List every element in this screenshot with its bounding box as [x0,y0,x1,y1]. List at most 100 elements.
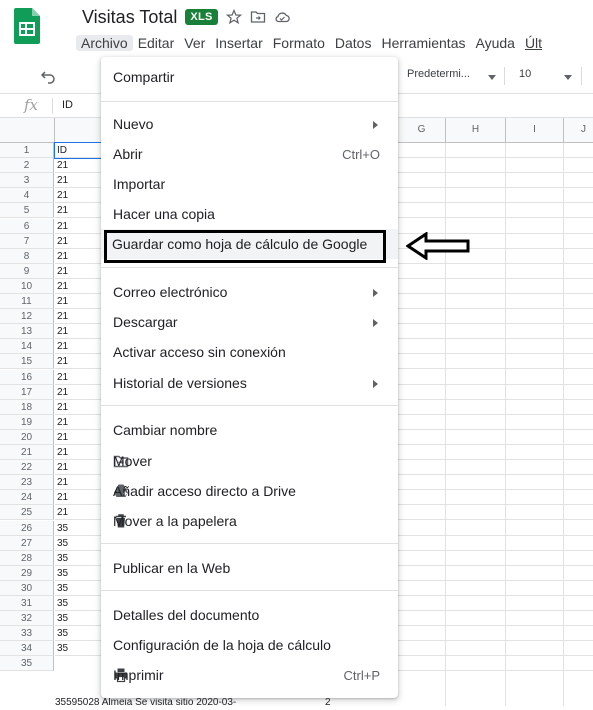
cell-a[interactable]: 35 [55,611,105,626]
cell-a[interactable]: 21 [55,505,105,520]
cell-a[interactable]: 21 [55,445,105,460]
row-number[interactable]: 8 [0,249,54,264]
row-number[interactable]: 10 [0,279,54,294]
cell-a[interactable]: 21 [55,294,105,309]
row-number[interactable]: 18 [0,400,54,415]
row-number[interactable]: 35 [0,656,54,671]
cell-a[interactable]: 21 [55,400,105,415]
row-number[interactable]: 13 [0,324,54,339]
menu-editar[interactable]: Editar [133,35,180,51]
menu-item-cambiar-nombre[interactable]: Cambiar nombre [101,415,398,445]
document-title[interactable]: Visitas Total [82,7,177,28]
star-icon[interactable] [225,9,242,25]
row-number[interactable]: 22 [0,460,54,475]
menu-herramientas[interactable]: Herramientas [376,35,470,51]
cell-a[interactable]: 35 [55,551,105,566]
cell-a[interactable]: 21 [55,264,105,279]
cell-a[interactable]: 21 [55,490,105,505]
cell-a[interactable]: 35 [55,521,105,536]
row-number[interactable]: 33 [0,626,54,641]
move-to-folder-icon[interactable] [250,9,266,25]
cell-a[interactable]: 21 [55,385,105,400]
row-number[interactable]: 5 [0,203,54,218]
menu-item-compartir[interactable]: Compartir [101,62,398,92]
column-header-i[interactable]: I [506,118,564,143]
row-number[interactable]: 9 [0,264,54,279]
row-number[interactable]: 1 [0,143,54,158]
row-number[interactable]: 17 [0,385,54,400]
row-number[interactable]: 7 [0,234,54,249]
cell-a[interactable]: 21 [55,324,105,339]
menu-ayuda[interactable]: Ayuda [470,35,519,51]
cell-a[interactable]: 21 [55,188,105,203]
row-number[interactable]: 21 [0,445,54,460]
menu-item-abrir[interactable]: Abrir Ctrl+O [101,139,398,169]
row-number[interactable]: 14 [0,339,54,354]
menu-item-activar-sin-conexion[interactable]: Activar acceso sin conexión [101,337,398,367]
menu-datos[interactable]: Datos [330,35,377,51]
formula-input[interactable]: ID [62,99,73,111]
row-number[interactable]: 12 [0,309,54,324]
cell-a[interactable]: 21 [55,158,105,173]
menu-item-correo[interactable]: Correo electrónico [101,277,398,307]
font-size-select[interactable]: 10 [519,68,531,80]
select-all-corner[interactable] [0,118,55,143]
font-family-select[interactable]: Predetermi... [407,68,470,80]
column-header-g[interactable]: G [398,118,446,143]
row-number[interactable]: 19 [0,415,54,430]
column-header-j[interactable]: J [564,118,593,143]
menu-item-publicar-web[interactable]: Publicar en la Web [101,553,398,583]
last-edit-link[interactable]: Últ [520,35,547,51]
cell-a[interactable]: 21 [55,249,105,264]
menu-item-detalles-documento[interactable]: Detalles del documento [101,600,398,630]
menu-item-hacer-copia[interactable]: Hacer una copia [101,199,398,229]
column-header-h[interactable]: H [446,118,506,143]
row-number[interactable]: 31 [0,596,54,611]
menu-item-importar[interactable]: Importar [101,169,398,199]
cell-a[interactable]: 35 [55,641,105,656]
row-number[interactable]: 28 [0,551,54,566]
menu-insertar[interactable]: Insertar [210,35,267,51]
menu-item-nuevo[interactable]: Nuevo [101,109,398,139]
menu-item-historial-versiones[interactable]: Historial de versiones [101,368,398,398]
undo-icon[interactable] [40,68,56,84]
menu-ver[interactable]: Ver [179,35,210,51]
cell-a[interactable]: ID [54,142,106,159]
cell-a[interactable]: 21 [55,475,105,490]
row-number[interactable]: 26 [0,521,54,536]
sheets-logo-icon[interactable] [14,8,40,44]
row-number[interactable]: 32 [0,611,54,626]
row-number[interactable]: 3 [0,173,54,188]
row-number[interactable]: 16 [0,370,54,385]
row-number[interactable]: 2 [0,158,54,173]
cell-a[interactable]: 35 [55,596,105,611]
cell-a[interactable]: 21 [55,430,105,445]
cell-a[interactable]: 21 [55,339,105,354]
cell-a[interactable]: 21 [55,203,105,218]
cell-a[interactable]: 21 [55,279,105,294]
cell-a[interactable]: 21 [55,309,105,324]
row-number[interactable]: 27 [0,536,54,551]
row-number[interactable]: 4 [0,188,54,203]
cell-a[interactable]: 21 [55,354,105,369]
row-number[interactable]: 20 [0,430,54,445]
menu-item-mover-papelera[interactable]: Mover a la papelera [101,506,398,536]
row-number[interactable]: 30 [0,581,54,596]
row-number[interactable]: 34 [0,641,54,656]
row-number[interactable]: 25 [0,505,54,520]
menu-item-mover[interactable]: Mover [101,446,398,476]
menu-item-descargar[interactable]: Descargar [101,307,398,337]
menu-item-acceso-directo-drive[interactable]: Añadir acceso directo a Drive [101,476,398,506]
menu-item-configuracion-hoja[interactable]: Configuración de la hoja de cálculo [101,630,398,660]
row-number[interactable]: 23 [0,475,54,490]
row-number[interactable]: 29 [0,566,54,581]
menu-formato[interactable]: Formato [268,35,330,51]
cell-a[interactable]: 21 [55,173,105,188]
cell-a[interactable]: 35 [55,626,105,641]
cell-a[interactable]: 35 [55,536,105,551]
row-number[interactable]: 15 [0,354,54,369]
cell-a[interactable]: 21 [55,460,105,475]
cell-a[interactable]: 21 [55,415,105,430]
cell-a[interactable]: 35 [55,581,105,596]
cell-a[interactable]: 35 [55,566,105,581]
